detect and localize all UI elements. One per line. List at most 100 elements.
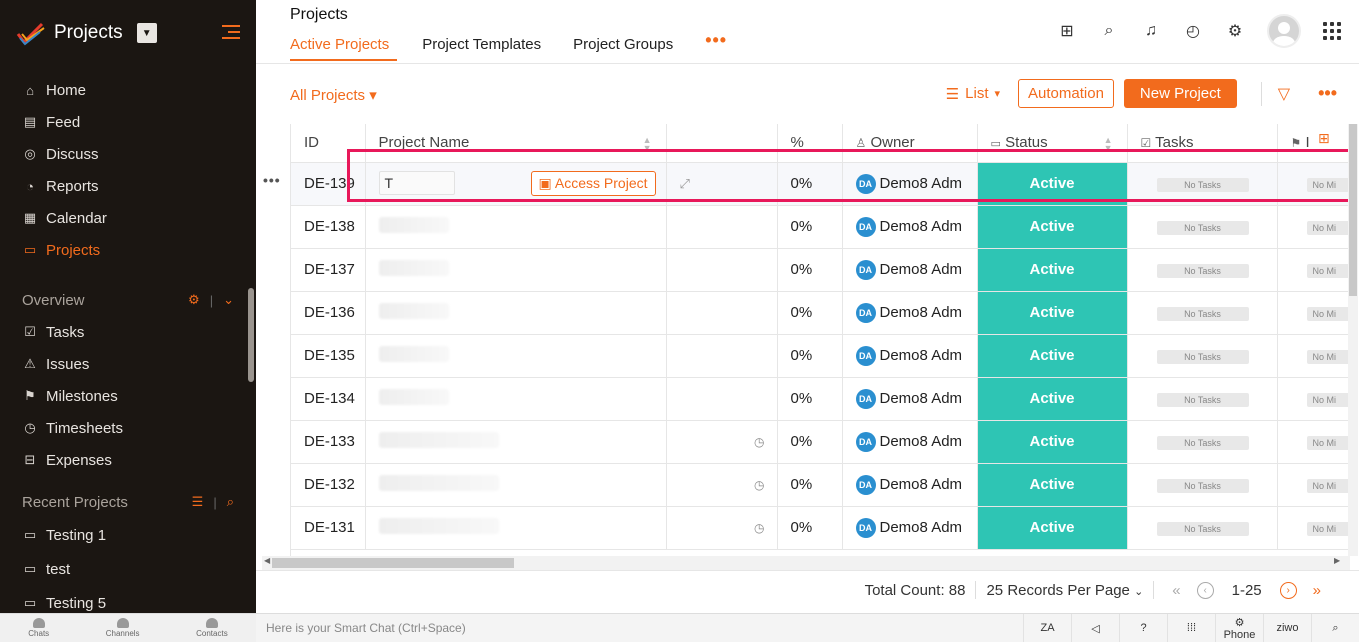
- recent-project-item[interactable]: ▭ Testing 1: [0, 518, 256, 552]
- column-header-id[interactable]: ID: [291, 124, 366, 163]
- sidebar-item-tasks[interactable]: ☑ Tasks: [0, 316, 256, 348]
- recent-filter-icon[interactable]: ☰: [192, 494, 204, 510]
- column-header-milestones[interactable]: ⚑ I: [1277, 124, 1350, 163]
- table-row[interactable]: DE-132 ◷ 0% DA Demo8 Adm Active No Tasks …: [291, 463, 1350, 507]
- avatar[interactable]: [1267, 14, 1301, 48]
- table-row[interactable]: DE-134 0% DA Demo8 Adm Active No Tasks No…: [291, 377, 1350, 421]
- search-icon[interactable]: ⌕: [1099, 21, 1119, 41]
- help-icon[interactable]: ?: [1119, 613, 1167, 642]
- project-name-cell[interactable]: [365, 334, 667, 378]
- sidebar-item-expenses[interactable]: ⊟ Expenses: [0, 444, 256, 476]
- sort-icon[interactable]: ▲ ▼: [1104, 136, 1113, 153]
- tab-active-projects[interactable]: Active Projects: [290, 36, 398, 61]
- owner-cell[interactable]: DA Demo8 Adm: [842, 205, 978, 249]
- status-badge[interactable]: Active: [977, 463, 1128, 507]
- sort-icon[interactable]: ▲ ▼: [643, 136, 652, 153]
- status-badge[interactable]: Active: [977, 377, 1128, 421]
- project-name-cell[interactable]: [365, 463, 667, 507]
- project-id[interactable]: DE-136: [291, 291, 366, 335]
- table-row[interactable]: DE-135 0% DA Demo8 Adm Active No Tasks No…: [291, 334, 1350, 378]
- access-project-button[interactable]: ▣ Access Project: [530, 171, 656, 196]
- project-name-cell[interactable]: T ▣ Access Project: [365, 162, 667, 206]
- project-name-cell[interactable]: [365, 377, 667, 421]
- owner-cell[interactable]: DA Demo8 Adm: [842, 248, 978, 292]
- first-page-icon[interactable]: «: [1172, 582, 1180, 599]
- tab-project-templates[interactable]: Project Templates: [422, 36, 541, 61]
- sidebar-item-timesheets[interactable]: ◷ Timesheets: [0, 412, 256, 444]
- overview-settings-icon[interactable]: ⚙: [188, 292, 200, 308]
- filter-icon[interactable]: ▽: [1278, 84, 1290, 104]
- column-header-status[interactable]: ▭ Status ▲ ▼: [977, 124, 1128, 163]
- smart-chat-input[interactable]: Here is your Smart Chat (Ctrl+Space): [256, 621, 1023, 635]
- project-id[interactable]: DE-134: [291, 377, 366, 421]
- recent-search-icon[interactable]: ⌕: [227, 494, 234, 510]
- sidebar-item-discuss[interactable]: ◎ Discuss: [0, 138, 256, 170]
- project-id[interactable]: DE-132: [291, 463, 366, 507]
- table-row[interactable]: DE-138 0% DA Demo8 Adm Active No Tasks No…: [291, 205, 1350, 249]
- project-name-cell[interactable]: [365, 248, 667, 292]
- all-projects-filter[interactable]: All Projects ▾: [290, 86, 377, 104]
- contacts-tab[interactable]: Contacts: [196, 614, 228, 642]
- sidebar-item-calendar[interactable]: ▦ Calendar: [0, 202, 256, 234]
- sidebar-item-reports[interactable]: ◔ Reports: [0, 170, 256, 202]
- project-name-cell[interactable]: [365, 506, 667, 550]
- table-vertical-scroll-thumb[interactable]: [1349, 124, 1357, 296]
- row-more-icon[interactable]: •••: [263, 172, 281, 188]
- column-header-project-name[interactable]: Project Name ▲ ▼: [365, 124, 667, 163]
- status-badge[interactable]: Active: [977, 162, 1128, 206]
- owner-cell[interactable]: DA Demo8 Adm: [842, 506, 978, 550]
- phone-button[interactable]: ⚙ Phone: [1215, 613, 1263, 642]
- status-badge[interactable]: Active: [977, 334, 1128, 378]
- sidebar-item-feed[interactable]: ▤ Feed: [0, 106, 256, 138]
- table-row[interactable]: DE-133 ◷ 0% DA Demo8 Adm Active No Tasks …: [291, 420, 1350, 464]
- app-grid-icon[interactable]: [1323, 22, 1341, 40]
- sidebar-item-projects[interactable]: ▭ Projects: [0, 234, 256, 266]
- scroll-right-icon[interactable]: ▶: [1334, 556, 1340, 565]
- zia-icon[interactable]: ZA: [1023, 613, 1071, 642]
- project-id[interactable]: DE-131: [291, 506, 366, 550]
- brand-dropdown-button[interactable]: ▼: [136, 23, 157, 43]
- prev-page-icon[interactable]: ‹: [1196, 581, 1214, 599]
- project-id[interactable]: DE-139: [291, 162, 366, 206]
- owner-cell[interactable]: DA Demo8 Adm: [842, 334, 978, 378]
- table-horizontal-scroll-thumb[interactable]: [272, 558, 514, 568]
- add-icon[interactable]: ⊞: [1057, 21, 1077, 41]
- clock-icon[interactable]: ◷: [754, 435, 764, 449]
- status-badge[interactable]: Active: [977, 205, 1128, 249]
- table-row[interactable]: DE-136 0% DA Demo8 Adm Active No Tasks No…: [291, 291, 1350, 335]
- expand-icon[interactable]: ⤢: [680, 176, 690, 191]
- owner-cell[interactable]: DA Demo8 Adm: [842, 377, 978, 421]
- owner-cell[interactable]: DA Demo8 Adm: [842, 420, 978, 464]
- status-badge[interactable]: Active: [977, 248, 1128, 292]
- zoom-search-icon[interactable]: ⌕: [1311, 613, 1359, 642]
- project-id[interactable]: DE-138: [291, 205, 366, 249]
- tabs-more-icon[interactable]: •••: [705, 30, 727, 61]
- column-header-owner[interactable]: ♙ Owner: [842, 124, 978, 163]
- recent-project-item[interactable]: ▭ test: [0, 552, 256, 586]
- automation-button[interactable]: Automation: [1018, 79, 1114, 108]
- sidebar-item-milestones[interactable]: ⚑ Milestones: [0, 380, 256, 412]
- column-header-percent[interactable]: %: [777, 124, 843, 163]
- records-per-page-select[interactable]: 25 Records Per Page ⌄: [986, 582, 1143, 599]
- owner-cell[interactable]: DA Demo8 Adm: [842, 291, 978, 335]
- chats-tab[interactable]: Chats: [28, 614, 49, 642]
- project-name-cell[interactable]: [365, 291, 667, 335]
- table-row[interactable]: DE-131 ◷ 0% DA Demo8 Adm Active No Tasks …: [291, 506, 1350, 550]
- status-badge[interactable]: Active: [977, 291, 1128, 335]
- clock-icon[interactable]: ◷: [754, 478, 764, 492]
- overview-collapse-icon[interactable]: ⌄: [223, 292, 234, 308]
- column-header-tasks[interactable]: ☑ Tasks: [1127, 124, 1278, 163]
- gear-icon[interactable]: ⚙: [1225, 21, 1245, 41]
- bell-icon[interactable]: ♫: [1141, 21, 1161, 41]
- owner-cell[interactable]: DA Demo8 Adm: [842, 463, 978, 507]
- owner-cell[interactable]: DA Demo8 Adm: [842, 162, 978, 206]
- sidebar-scrollbar[interactable]: [248, 288, 254, 382]
- sidebar-item-issues[interactable]: ⚠ Issues: [0, 348, 256, 380]
- channels-tab[interactable]: Channels: [106, 614, 140, 642]
- project-id[interactable]: DE-135: [291, 334, 366, 378]
- more-options-icon[interactable]: •••: [1318, 83, 1337, 104]
- project-name-input[interactable]: T: [378, 171, 455, 195]
- stopwatch-icon[interactable]: ◴: [1183, 21, 1203, 41]
- next-page-icon[interactable]: ›: [1279, 581, 1297, 599]
- table-row[interactable]: DE-139 T ▣ Access Project ⤢ 0% DA Demo8 Ad…: [291, 162, 1350, 206]
